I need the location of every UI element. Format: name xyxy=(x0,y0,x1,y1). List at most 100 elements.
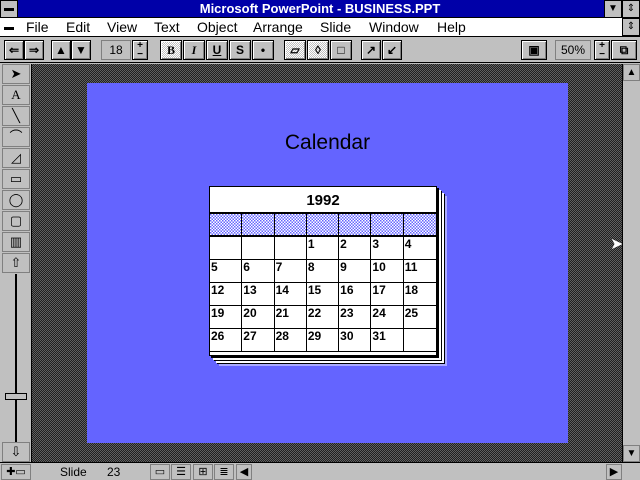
calendar-day xyxy=(274,237,307,260)
calendar-year: 1992 xyxy=(210,187,436,214)
calendar-day: 22 xyxy=(306,306,340,329)
font-size-stepper[interactable]: + − xyxy=(132,40,148,60)
font-size-field[interactable]: 18 xyxy=(101,40,131,60)
line-toggle-icon[interactable]: ◊ xyxy=(307,40,329,60)
calendar[interactable]: 1992 1 2 3 4 5 6 7 8 9 10 11 12 13 14 15 16 17 18 19 20 21 22… xyxy=(209,186,437,356)
scroll-down-icon[interactable]: ▼ xyxy=(623,445,640,462)
menu-slide[interactable]: Slide xyxy=(320,19,351,36)
menu-edit[interactable]: Edit xyxy=(66,19,90,36)
calendar-day: 7 xyxy=(274,260,307,283)
slide-sorter-icon[interactable]: ⊞ xyxy=(193,464,213,480)
calendar-days: 1 2 3 4 5 6 7 8 9 10 11 12 13 14 15 16 17 18 19 20 21 22 23 24 2… xyxy=(210,237,436,352)
shape-tool-icon[interactable]: ▢ xyxy=(2,211,30,231)
calendar-day: 25 xyxy=(403,306,436,329)
ellipse-tool-icon[interactable]: ◯ xyxy=(2,190,30,210)
status-bar: ✚▭ Slide 23 ▭ ☰ ⊞ ≣ ◀ ▶ xyxy=(0,462,640,480)
calendar-day: 8 xyxy=(306,260,340,283)
calendar-day: 29 xyxy=(306,329,340,352)
calendar-day: 6 xyxy=(242,260,275,283)
pointer-tool-icon[interactable]: ➤ xyxy=(2,64,30,84)
bold-button[interactable]: B xyxy=(160,40,182,60)
document-restore-button[interactable]: ⇕ xyxy=(622,18,640,36)
calendar-day: 12 xyxy=(210,283,243,306)
calendar-day: 30 xyxy=(339,329,372,352)
menu-file[interactable]: File xyxy=(26,19,49,36)
calendar-day: 31 xyxy=(371,329,404,352)
title-bar: Microsoft PowerPoint - BUSINESS.PPT xyxy=(0,0,640,18)
calendar-day: 13 xyxy=(242,283,275,306)
zoom-field[interactable]: 50% xyxy=(555,40,591,60)
calendar-day: 27 xyxy=(242,329,275,352)
vertical-scrollbar[interactable]: ▲ ▼ xyxy=(622,64,640,462)
menu-help[interactable]: Help xyxy=(437,19,466,36)
calendar-day: 24 xyxy=(371,306,404,329)
calendar-day: 17 xyxy=(371,283,404,306)
fill-toggle-icon[interactable]: ▱ xyxy=(284,40,306,60)
outline-view-icon[interactable]: ≣ xyxy=(214,464,234,480)
calendar-day: 18 xyxy=(403,283,436,306)
slide-show-icon[interactable]: ▣ xyxy=(521,40,547,60)
menu-view[interactable]: View xyxy=(107,19,137,36)
calendar-day: 19 xyxy=(210,306,243,329)
fit-window-icon[interactable]: ⧉ xyxy=(611,40,637,60)
slide[interactable]: Calendar 1992 1 2 3 4 5 6 7 8 9 10 11 12 13 14 15 16 17 1… xyxy=(87,83,568,443)
notes-view-icon[interactable]: ☰ xyxy=(171,464,191,480)
calendar-day xyxy=(403,329,436,352)
calendar-day: 16 xyxy=(339,283,372,306)
menu-object[interactable]: Object xyxy=(197,19,237,36)
new-slide-icon[interactable]: ✚▭ xyxy=(1,464,31,480)
slide-workspace: Calendar 1992 1 2 3 4 5 6 7 8 9 10 11 12 13 14 15 16 17 1… xyxy=(32,64,623,462)
calendar-day: 14 xyxy=(274,283,307,306)
demote-icon[interactable]: ⇒ xyxy=(24,40,44,60)
slide-number: 23 xyxy=(107,465,121,479)
calendar-day: 2 xyxy=(339,237,372,260)
slide-view-icon[interactable]: ▭ xyxy=(150,464,170,480)
freeform-tool-icon[interactable]: ◿ xyxy=(2,148,30,168)
zoom-down-icon[interactable]: ⇩ xyxy=(2,442,30,462)
minimize-button[interactable]: ▼ xyxy=(604,0,622,18)
menu-window[interactable]: Window xyxy=(369,19,419,36)
zoom-up-icon[interactable]: ⇧ xyxy=(2,253,30,273)
menu-text[interactable]: Text xyxy=(154,19,180,36)
underline-button[interactable]: U xyxy=(206,40,228,60)
zoom-stepper[interactable]: + − xyxy=(594,40,610,60)
apply-style-icon[interactable]: ↙ xyxy=(382,40,402,60)
calendar-day xyxy=(242,237,275,260)
slide-title[interactable]: Calendar xyxy=(87,131,568,155)
shadow-button[interactable]: S xyxy=(229,40,251,60)
calendar-day: 10 xyxy=(371,260,404,283)
window-title: Microsoft PowerPoint - BUSINESS.PPT xyxy=(199,1,441,16)
calendar-day: 3 xyxy=(371,237,404,260)
calendar-day: 21 xyxy=(274,306,307,329)
slide-label: Slide xyxy=(60,465,87,479)
menu-arrange[interactable]: Arrange xyxy=(253,19,303,36)
calendar-day: 28 xyxy=(274,329,307,352)
slide-slider-thumb[interactable] xyxy=(5,393,27,400)
calendar-day: 15 xyxy=(306,283,340,306)
scroll-up-icon[interactable]: ▲ xyxy=(623,64,640,81)
move-up-icon[interactable]: ▲ xyxy=(51,40,71,60)
calendar-day: 1 xyxy=(306,237,340,260)
scroll-left-icon[interactable]: ◀ xyxy=(236,464,252,480)
move-down-icon[interactable]: ▼ xyxy=(71,40,91,60)
calendar-day: 9 xyxy=(339,260,372,283)
rectangle-tool-icon[interactable]: ▭ xyxy=(2,169,30,189)
text-tool-icon[interactable]: A xyxy=(2,85,30,105)
toolbar: ⇐ ⇒ ▲ ▼ 18 + − B I U S • ▱ ◊ □ ↗ ↙ ▣ 50% … xyxy=(0,37,640,63)
graph-tool-icon[interactable]: ▥ xyxy=(2,232,30,252)
shadow-toggle-icon[interactable]: □ xyxy=(330,40,352,60)
italic-button[interactable]: I xyxy=(183,40,205,60)
scroll-right-icon[interactable]: ▶ xyxy=(606,464,622,480)
system-menu-button[interactable]: ▬ xyxy=(0,0,18,18)
calendar-day: 5 xyxy=(210,260,243,283)
calendar-day: 23 xyxy=(339,306,372,329)
pick-up-style-icon[interactable]: ↗ xyxy=(361,40,381,60)
menu-bar: ▬ File Edit View Text Object Arrange Sli… xyxy=(0,18,640,37)
slide-slider-track[interactable] xyxy=(15,274,17,442)
restore-button[interactable]: ⇕ xyxy=(622,0,640,18)
promote-icon[interactable]: ⇐ xyxy=(4,40,24,60)
document-menu-icon[interactable]: ▬ xyxy=(4,19,14,36)
arc-tool-icon[interactable]: ⌒ xyxy=(2,127,30,147)
bullet-button[interactable]: • xyxy=(252,40,274,60)
line-tool-icon[interactable]: ╲ xyxy=(2,106,30,126)
